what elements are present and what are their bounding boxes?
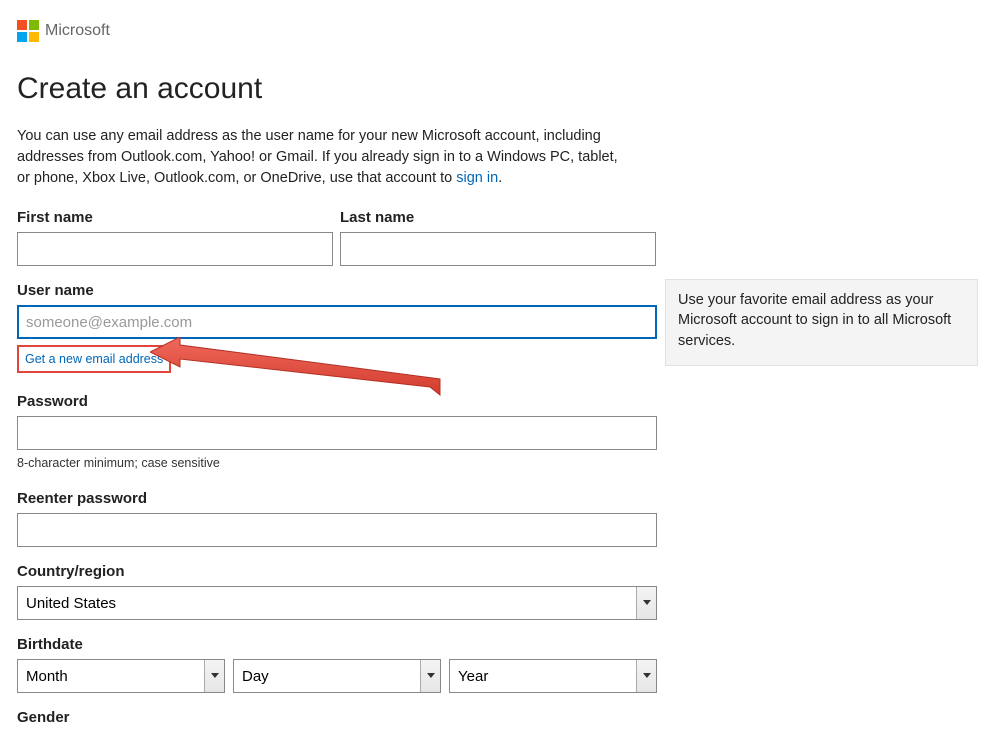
last-name-input[interactable]	[340, 232, 656, 266]
first-name-input[interactable]	[17, 232, 333, 266]
username-tooltip: Use your favorite email address as your …	[665, 279, 978, 366]
country-label: Country/region	[17, 563, 657, 580]
annotation-highlight: Get a new email address	[17, 345, 171, 373]
birthdate-day-select[interactable]: Day	[233, 659, 441, 693]
reenter-password-input[interactable]	[17, 513, 657, 547]
first-name-label: First name	[17, 209, 333, 226]
intro-text-b: .	[498, 170, 502, 186]
intro-text-a: You can use any email address as the use…	[17, 128, 618, 186]
country-select[interactable]: United States	[17, 586, 657, 620]
birthdate-month-select[interactable]: Month	[17, 659, 225, 693]
password-label: Password	[17, 393, 657, 410]
signup-form: First name Last name User name Get a new…	[17, 209, 657, 732]
intro-text: You can use any email address as the use…	[17, 126, 622, 189]
password-hint: 8-character minimum; case sensitive	[17, 456, 657, 470]
signin-link[interactable]: sign in	[456, 170, 498, 186]
last-name-label: Last name	[340, 209, 656, 226]
user-name-input[interactable]	[17, 305, 657, 339]
header: Microsoft	[17, 20, 994, 42]
gender-label: Gender	[17, 709, 657, 726]
birthdate-year-select[interactable]: Year	[449, 659, 657, 693]
user-name-label: User name	[17, 282, 657, 299]
password-input[interactable]	[17, 416, 657, 450]
microsoft-logo-icon	[17, 20, 39, 42]
reenter-password-label: Reenter password	[17, 490, 657, 507]
page-title: Create an account	[17, 72, 994, 106]
get-new-email-link[interactable]: Get a new email address	[25, 352, 163, 366]
birthdate-label: Birthdate	[17, 636, 657, 653]
brand-name: Microsoft	[45, 22, 110, 40]
